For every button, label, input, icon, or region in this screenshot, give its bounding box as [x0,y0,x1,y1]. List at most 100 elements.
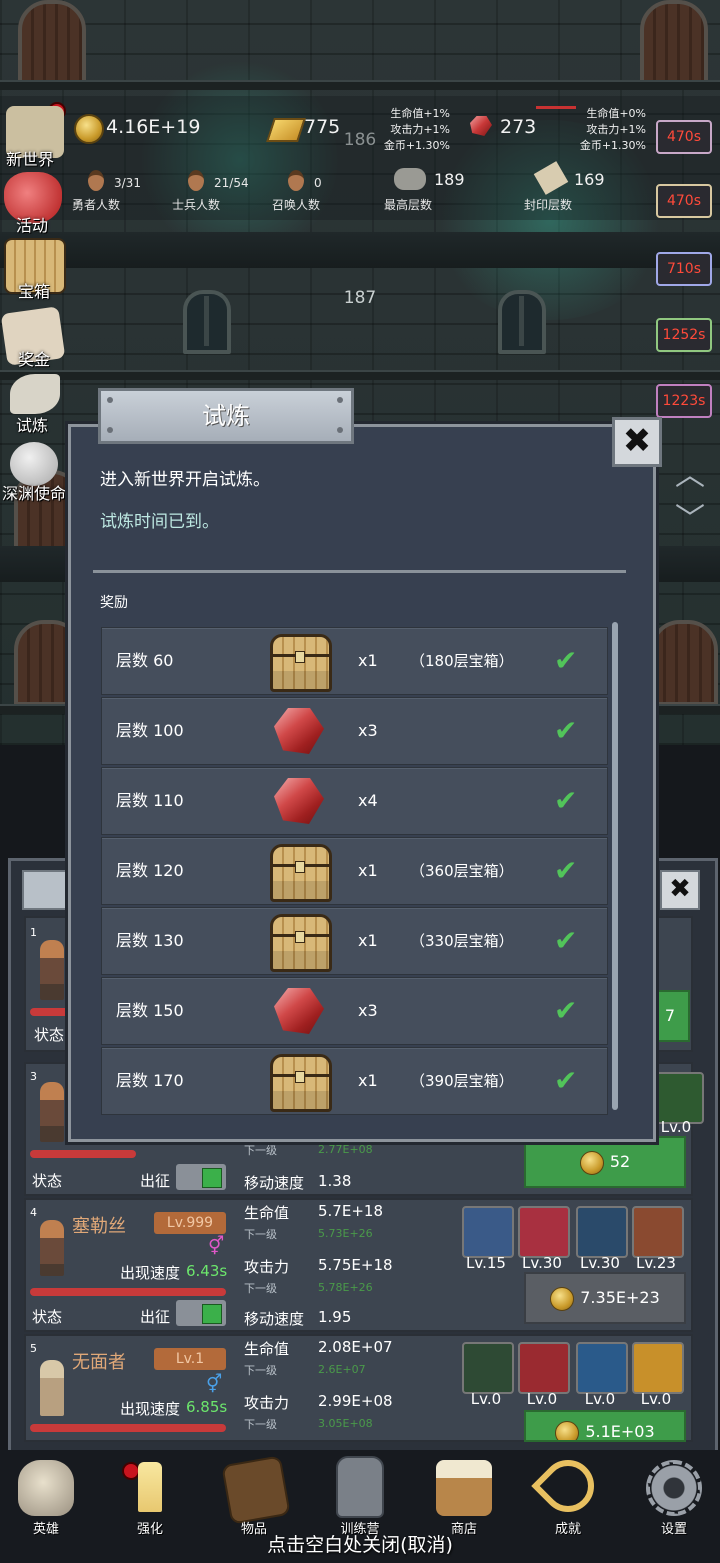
chevron-up-icon[interactable]: ︿ [670,454,710,498]
coin-icon [550,1286,575,1311]
floor-line [0,80,720,90]
timer-4[interactable]: 1252s [656,318,712,352]
dungeon-door [650,620,718,706]
hero-count: 3/31 [114,176,141,190]
status-label[interactable]: 状态 [32,1306,62,1327]
book-icon[interactable] [221,1455,291,1525]
hp-bar [30,1150,136,1158]
seal-floor: 169 [574,170,605,189]
timer-column: 470s 470s 710s 1252s 1223s [656,104,716,444]
helmet-skill-icon[interactable] [632,1342,684,1394]
atk-next-value: 3.05E+08 [318,1417,373,1430]
demon-skill-icon[interactable] [518,1206,570,1258]
reward-row: 层数 150 x3 ✔ [101,977,608,1045]
lantern-icon[interactable] [336,1456,384,1518]
skull-icon[interactable] [18,1460,74,1516]
check-icon: ✔ [554,994,578,1027]
side-event[interactable]: 活动 [16,212,48,236]
deploy-label: 出征 [140,1172,171,1190]
close-icon[interactable]: ✖ [612,417,662,467]
max-floor-label: 最高层数 [384,198,433,212]
hero-sprite [40,1082,64,1142]
feather-icon[interactable] [10,374,60,414]
next-level-label: 下一级 [244,1364,277,1377]
reward-qty: x1 [358,651,378,670]
timer-5[interactable]: 1223s [656,384,712,418]
boot-skill-icon[interactable] [576,1342,628,1394]
beer-mug-icon[interactable] [436,1460,492,1516]
treasure-chest-icon [270,1054,332,1112]
bonus-gold: 金币+1.30% [579,139,646,152]
reward-floor: 层数 130 [116,931,184,950]
side-trial[interactable]: 试炼 [16,412,48,436]
check-icon: ✔ [554,784,578,817]
appear-speed-label: 出现速度 [120,1400,181,1418]
upgrade-button[interactable]: 7 [650,990,690,1042]
reward-floor: 层数 60 [116,651,174,670]
upgrade-button[interactable]: 52 [524,1136,686,1188]
hero-slot-number: 5 [30,1342,37,1355]
bonus-left: 生命值+1% 攻击力+1% 金币+1.30% [360,106,450,154]
move-speed-value: 1.95 [318,1308,352,1326]
skill-level: Lv.0 [470,1390,502,1408]
timer-2[interactable]: 470s [656,184,712,218]
upgrade-button[interactable]: 5.1E+03 [524,1410,686,1442]
bonus-atk: 攻击力+1% [390,123,450,136]
star-shield-skill-icon[interactable] [462,1206,514,1258]
deploy-toggle[interactable] [176,1164,226,1190]
atk-label: 攻击力 [244,1394,290,1412]
reward-scrollbar[interactable] [612,622,618,1110]
shield-skill-icon[interactable] [462,1342,514,1394]
chevron-down-icon[interactable]: ﹀ [670,498,710,542]
hp-label: 生命值 [244,1340,290,1358]
hero-level-badge: Lv.999 [154,1212,226,1234]
atk-value: 5.75E+18 [318,1256,393,1274]
reward-floor: 层数 150 [116,1001,184,1020]
reward-floor: 层数 100 [116,721,184,740]
candle-icon[interactable] [138,1462,162,1512]
summon-count: 0 [314,176,322,190]
timer-3[interactable]: 710s [656,252,712,286]
reward-floor: 层数 110 [116,791,184,810]
appear-speed-value: 6.85s [186,1398,228,1416]
hero-name: 无面者 [72,1352,126,1373]
hp-bar [30,1008,70,1016]
skill-level: Lv.0 [584,1390,616,1408]
side-new-world[interactable]: 新世界 [6,146,54,170]
close-hint[interactable]: 点击空白处关闭(取消) [0,1530,720,1557]
hero-panel-close-icon[interactable]: ✖ [660,870,700,910]
ruby-gem-icon [274,778,324,824]
hp-bar [30,1288,226,1296]
timer-1[interactable]: 470s [656,120,712,154]
bonus-right: 生命值+0% 攻击力+1% 金币+1.30% [554,106,646,154]
skill-level: Lv.15 [466,1254,506,1272]
skill-level: Lv.0 [660,1118,692,1136]
side-bonus[interactable]: 奖金 [18,346,50,370]
skill-level: Lv.23 [636,1254,676,1272]
side-chest[interactable]: 宝箱 [18,278,50,302]
gear-icon[interactable] [646,1460,702,1516]
upgrade-button[interactable]: 7.35E+23 [524,1272,686,1324]
ruby-gem-icon [274,988,324,1034]
status-label[interactable]: 状态 [32,1170,62,1191]
skill-icon[interactable] [652,1072,704,1124]
deploy-label: 出征 [140,1308,171,1326]
status-label[interactable]: 状态 [34,1024,64,1045]
side-abyss[interactable]: 深渊使命 [2,480,66,504]
sword-skill-icon[interactable] [518,1342,570,1394]
reward-row: 层数 60 x1 （180层宝箱） ✔ [101,627,608,695]
soldier-count: 21/54 [214,176,249,190]
scroll-arrows[interactable]: ︿ ﹀ [670,454,710,548]
hp-label: 生命值 [244,1204,290,1222]
reward-note: （180层宝箱） [410,652,514,670]
summon-head-icon [288,170,304,191]
next-level-label: 下一级 [244,1228,277,1241]
boots-skill-icon[interactable] [576,1206,628,1258]
treasure-chest-icon [270,634,332,692]
move-speed-value: 1.38 [318,1172,352,1190]
floor-number: 187 [343,288,377,308]
reward-qty: x3 [358,1001,378,1020]
skill-level: Lv.30 [522,1254,562,1272]
chain-skill-icon[interactable] [632,1206,684,1258]
deploy-toggle[interactable] [176,1300,226,1326]
